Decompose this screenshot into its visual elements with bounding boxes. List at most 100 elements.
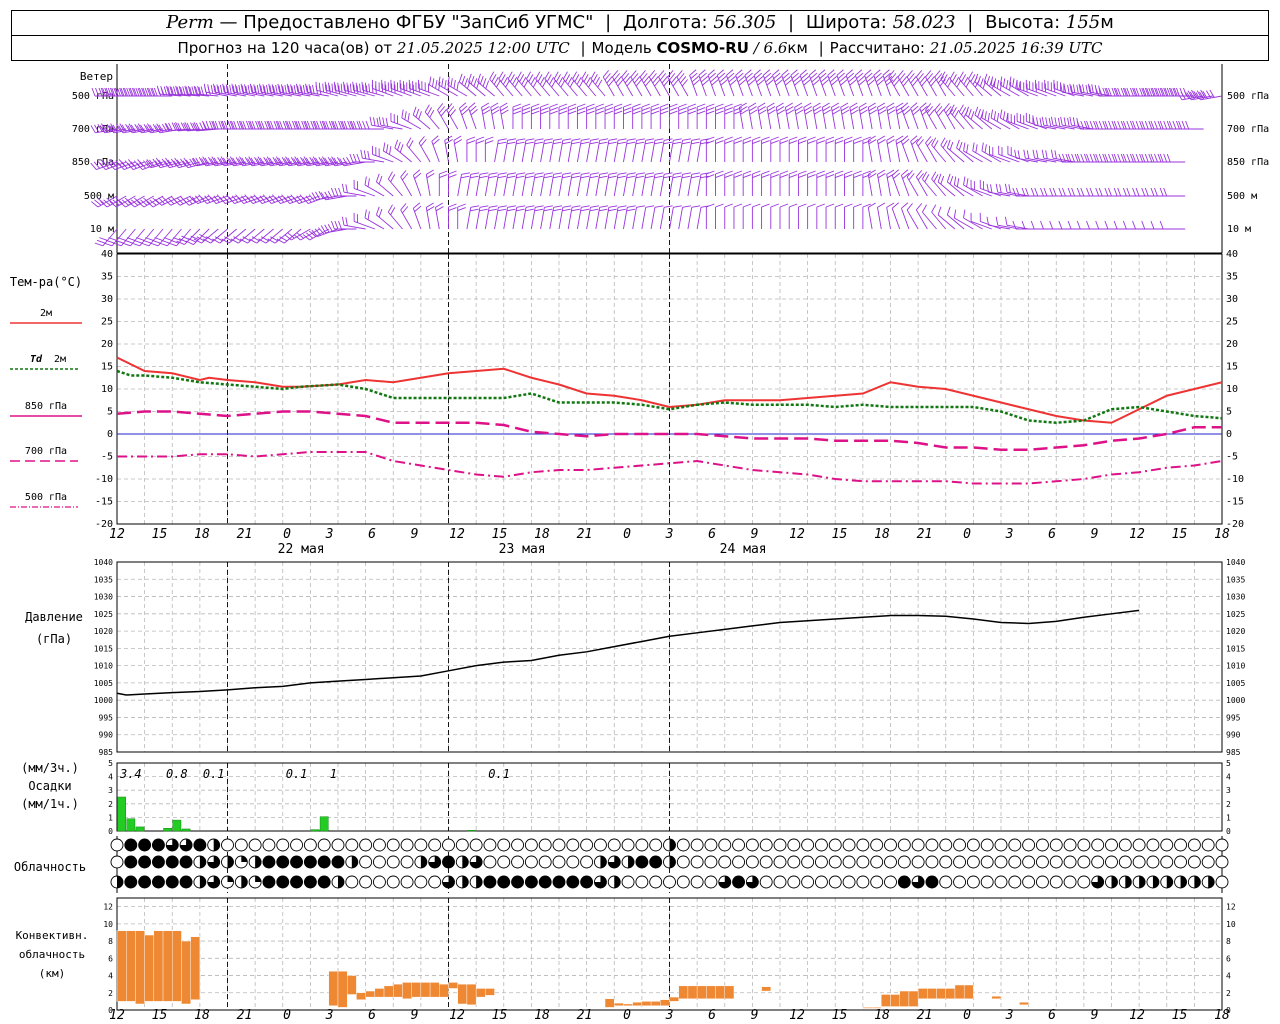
wind-barb-feather xyxy=(623,103,632,108)
temp-time-tick: 18 xyxy=(874,527,890,542)
cloud-cover-symbol xyxy=(787,838,801,852)
wind-barb-feather xyxy=(1126,187,1131,197)
wind-barb xyxy=(406,137,422,163)
cloud-circle xyxy=(745,855,759,869)
wind-barb-feather xyxy=(509,74,515,83)
cloud-cover-symbol xyxy=(732,875,746,889)
cloud-circle xyxy=(1063,855,1077,869)
wind-barb-feather xyxy=(752,203,761,208)
wind-barb-feather xyxy=(424,104,430,113)
wind-barb-feather xyxy=(1108,153,1112,163)
wind-barb-feather xyxy=(338,187,342,197)
wind-barb-feather xyxy=(387,204,393,213)
wind-barb xyxy=(840,102,850,130)
wind-barb-feather xyxy=(330,220,335,230)
wind-barb-feather xyxy=(859,106,868,112)
temp-ytick-right: 40 xyxy=(1226,249,1238,260)
wind-barb xyxy=(949,104,965,130)
wind-barb xyxy=(751,136,761,162)
wind-barb-feather xyxy=(1150,220,1155,230)
wind-barb-feather xyxy=(858,102,867,108)
temp-time-tick: 15 xyxy=(832,527,848,542)
wind-barb-feather xyxy=(365,120,370,130)
cloud-cover-symbol xyxy=(221,855,234,869)
wind-barb-feather xyxy=(743,170,752,175)
wind-barb-feather xyxy=(401,109,404,119)
wind-barb-feather xyxy=(426,202,434,208)
cloud-circle xyxy=(414,838,428,852)
temp-ytick-left: 15 xyxy=(101,362,113,373)
wind-barb-feather xyxy=(850,106,859,112)
wind-barb-feather xyxy=(590,205,599,208)
cloud-cover-symbol xyxy=(580,855,594,869)
prec-ytick-right: 1 xyxy=(1226,813,1231,822)
cloud-cover-symbol xyxy=(400,838,414,852)
cloud-cover-symbol xyxy=(897,838,911,852)
cloud-cover-symbol xyxy=(718,875,732,889)
temp-time-tick: 12 xyxy=(789,527,805,542)
cloud-circle xyxy=(690,875,704,889)
wind-barb-feather xyxy=(654,205,664,208)
wind-barb-feather xyxy=(1098,120,1103,130)
conv-time-tick: 9 xyxy=(411,1008,419,1023)
wind-barb xyxy=(418,136,431,163)
wind-barb xyxy=(748,102,758,130)
wind-barb-feather xyxy=(682,138,692,141)
cloud-cover-symbol xyxy=(359,838,373,852)
wind-barb-feather xyxy=(171,122,177,131)
wind-barb xyxy=(659,103,669,129)
wind-barb xyxy=(623,103,632,129)
cloud-cover-symbol xyxy=(1146,855,1160,869)
cloud-cover-symbol xyxy=(331,855,345,869)
cloud-circle xyxy=(566,855,580,869)
wind-barb-feather xyxy=(369,116,373,126)
wind-barb-feather xyxy=(1091,84,1094,93)
wind-barb-feather xyxy=(696,107,706,111)
cloud-cover-symbol xyxy=(814,838,828,852)
wind-barb-feather xyxy=(672,141,682,145)
wind-barb xyxy=(900,102,911,130)
convective-cloud-bar xyxy=(448,982,458,989)
wind-barb-feather xyxy=(481,102,490,108)
wind-barb-feather xyxy=(823,109,832,115)
cloud-fill-part xyxy=(669,839,676,851)
wind-barb-feather xyxy=(627,172,636,175)
wind-barb-feather xyxy=(922,171,927,180)
wind-barb xyxy=(650,205,664,230)
wind-barb-feather xyxy=(568,110,577,115)
wind-barb-feather xyxy=(1039,117,1042,127)
cloud-fill-part xyxy=(1139,876,1146,888)
wind-barb-feather xyxy=(1060,116,1063,126)
wind-barb-feather xyxy=(906,203,913,211)
wind-barb-feather xyxy=(706,110,715,115)
wind-barb-feather xyxy=(1008,184,1011,193)
wind-barb-feather xyxy=(953,209,957,219)
cloud-circle xyxy=(980,875,994,889)
convective-cloud-bar xyxy=(466,983,477,1006)
wind-barb-feather xyxy=(1089,153,1094,163)
wind-barb-feather xyxy=(553,138,563,141)
cloud-cover-symbol xyxy=(234,838,248,852)
wind-barb xyxy=(1159,220,1186,230)
cloud-cover-symbol xyxy=(151,875,165,889)
cloud-cover-symbol xyxy=(801,855,815,869)
wind-barb-feather xyxy=(519,74,525,83)
wind-barb-feather xyxy=(448,203,457,208)
wind-barb-feather xyxy=(1030,187,1035,197)
cloud-cover-symbol xyxy=(386,838,400,852)
wind-barb-feather xyxy=(479,172,489,175)
cloud-fill-full xyxy=(497,876,510,888)
wind-barb-feather xyxy=(498,138,507,141)
temp-ytick-left: 5 xyxy=(107,407,113,418)
wind-barb xyxy=(770,170,779,196)
wind-barb-feather xyxy=(1144,120,1149,130)
wind-barb xyxy=(715,103,724,129)
cloud-fill-full xyxy=(152,856,165,868)
cloud-circle xyxy=(663,875,676,889)
wind-barb-staff xyxy=(650,207,656,230)
cloud-cover-symbol xyxy=(994,838,1008,852)
wind-barb-feather xyxy=(794,102,803,108)
cloud-circle xyxy=(787,838,801,852)
wind-barb-feather xyxy=(1050,116,1054,126)
wind-barb-feather xyxy=(497,175,507,179)
